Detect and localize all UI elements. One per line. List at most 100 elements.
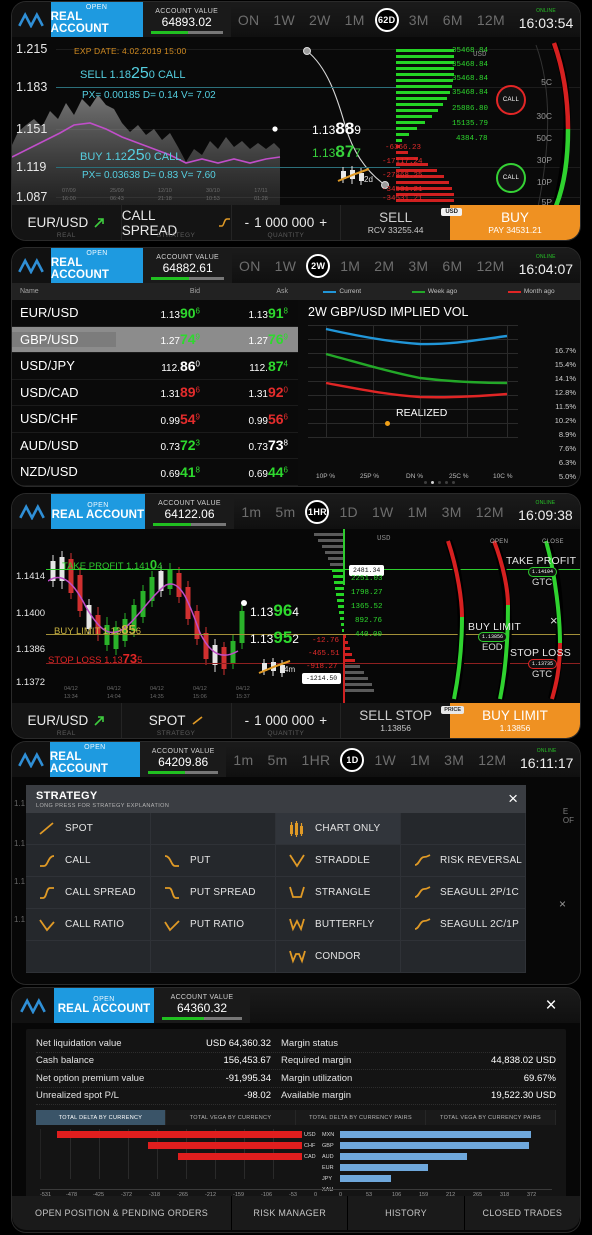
timeframe3-1w[interactable]: 1W [365,504,401,520]
timeframe3-1m[interactable]: 1m [234,504,268,520]
strategy-item-put-spread[interactable]: PUT SPREAD [151,877,276,909]
timeframe4-1m[interactable]: 1m [226,752,260,768]
sell-call-dial-button[interactable]: CALL [496,85,526,115]
timeframe-selected[interactable]: 62D [374,7,399,32]
timeframe-3m[interactable]: 3M [402,12,436,28]
timeframe4-1hr[interactable]: 1HR [295,752,338,768]
timeframe2-1w[interactable]: 1W [268,258,304,274]
timeframe2-6m[interactable]: 6M [435,258,469,274]
bid-price[interactable]: 0.69418 [116,464,210,480]
timeframe-12m[interactable]: 12M [470,12,512,28]
timeframe2-1m[interactable]: 1M [333,258,367,274]
bid-price[interactable]: 1.13906 [116,305,210,321]
table-row[interactable]: USD/JPY 112.860 112.874 [12,353,298,380]
tab-total-vega-currency[interactable]: TOTAL VEGA BY CURRENCY [166,1110,296,1125]
timeframe3-5m[interactable]: 5m [268,504,302,520]
close-icon[interactable]: × [508,790,518,807]
timeframe3-1mo[interactable]: 1M [401,504,435,520]
timeframe3-12m[interactable]: 12M [469,504,511,520]
timeframe3-selected[interactable]: 1HR [305,499,330,524]
timeframe4-selected[interactable]: 1D [340,747,365,772]
table-row[interactable]: USD/CAD 1.31896 1.31920 [12,380,298,406]
timeframe-selector[interactable]: ON 1W 2W 1M 62D 3M 6M 12M [231,2,512,37]
timeframe4-12m[interactable]: 12M [471,752,513,768]
instrument-selector[interactable]: EUR/USD REAL [12,205,122,240]
ask-price[interactable]: 0.69446 [210,464,298,480]
timeframe4-1w[interactable]: 1W [367,752,403,768]
strategy-selector[interactable]: CALL SPREAD STRATEGY [122,205,232,240]
quantity-minus-button[interactable]: - [245,215,250,230]
timeframe2-3m[interactable]: 3M [401,258,435,274]
strike-dial[interactable]: 5C 30C 50C 30P 10P 5P CALL CALL [496,41,578,205]
account-selector-2[interactable]: OPEN REAL ACCOUNT [50,248,144,283]
strategy-item-call-spread[interactable]: CALL SPREAD [26,877,151,909]
strategy-item-straddle[interactable]: STRADDLE [276,845,401,877]
buy-button[interactable]: BUY PAY 34531.21 [450,205,580,240]
timeframe-selector-4[interactable]: 1m 5m 1HR 1D 1W 1M 3M 12M [226,742,513,777]
table-row[interactable]: EUR/USD 1.13906 1.13918 [12,300,298,327]
strategy-item-condor[interactable]: CONDOR [276,941,401,973]
strategy-grid[interactable]: SPOT CHART ONLY CALL PUT STRADDLE RISK REVERS… [26,813,526,973]
instrument-selector-3[interactable]: EUR/USD REAL [12,703,122,738]
account-selector[interactable]: OPEN REAL ACCOUNT [50,2,143,37]
strategy-item-call[interactable]: CALL [26,845,151,877]
strategy-item-butterfly[interactable]: BUTTERFLY [276,909,401,941]
timeframe2-12m[interactable]: 12M [469,258,511,274]
timeframe-2w[interactable]: 2W [302,12,338,28]
quantity-plus-button-3[interactable]: + [319,713,327,728]
strategy-item-seagull-2p-1c[interactable]: SEAGULL 2P/1C [401,877,526,909]
bid-price[interactable]: 0.99549 [116,411,210,427]
buy-call-dial-button[interactable]: CALL [496,163,526,193]
timeframe-1m[interactable]: 1M [338,12,372,28]
quantity-value[interactable]: 1 000 000 [254,215,314,230]
bid-price[interactable]: 112.860 [116,358,210,374]
sell-stop-button[interactable]: SELL STOP 1.13856 PRICE [341,703,464,738]
quantity-value-3[interactable]: 1 000 000 [254,713,314,728]
timeframe4-1mo[interactable]: 1M [403,752,437,768]
timeframe-selector-3[interactable]: 1m 5m 1HR 1D 1W 1M 3M 12M [234,494,511,529]
bid-price[interactable]: 1.27749 [116,331,210,347]
candlestick-plot[interactable]: 1.1414 1.1400 1.1386 1.1372 TAKE PROFIT … [12,529,580,703]
bottom-tab-history[interactable]: HISTORY [348,1196,465,1230]
account-selector-4[interactable]: OPEN REAL ACCOUNT [49,742,140,777]
strategy-item-put[interactable]: PUT [151,845,276,877]
option-payoff-chart[interactable]: 1.215 1.183 1.151 1.119 1.087 EXP DATE: … [12,37,580,205]
strategy-item-call-ratio[interactable]: CALL RATIO [26,909,151,941]
bottom-tab-open-positions[interactable]: OPEN POSITION & PENDING ORDERS [12,1196,233,1230]
strategy-selector-3[interactable]: SPOT STRATEGY [122,703,232,738]
take-profit-price-chip[interactable]: 1.14104 [528,567,558,577]
timeframe2-2m[interactable]: 2M [367,258,401,274]
table-row[interactable]: AUD/USD 0.73723 0.73738 [12,433,298,459]
bottom-tab-bar[interactable]: OPEN POSITION & PENDING ORDERS RISK MANA… [12,1196,580,1230]
currency-chip[interactable]: USD [441,208,462,216]
timeframe-6m[interactable]: 6M [436,12,470,28]
strategy-item-spot[interactable]: SPOT [26,813,151,845]
tab-total-delta-currency[interactable]: TOTAL DELTA BY CURRENCY [36,1110,166,1125]
bid-price[interactable]: 1.31896 [116,384,210,400]
rates-table[interactable]: Name Bid Ask EUR/USD 1.13906 1.13918 GBP/US… [12,283,298,486]
strategy-item-strangle[interactable]: STRANGLE [276,877,401,909]
strategy-item-risk-reversal[interactable]: RISK REVERSAL [401,845,526,877]
obscured-close-icon[interactable]: × [559,897,566,911]
timeframe4-3m[interactable]: 3M [437,752,471,768]
tab-total-delta-pairs[interactable]: TOTAL DELTA BY CURRENCY PAIRS [296,1110,426,1125]
delta-vega-tabs[interactable]: TOTAL DELTA BY CURRENCY TOTAL VEGA BY CU… [36,1110,556,1125]
strategy-item-seagull-2c-1p[interactable]: SEAGULL 2C/1P [401,909,526,941]
stop-loss-price-chip[interactable]: 1.13735 [528,659,558,669]
bottom-tab-risk-manager[interactable]: RISK MANAGER [232,1196,349,1230]
table-row[interactable]: GBP/USD 1.27749 1.27769 [12,326,298,353]
buy-limit-button[interactable]: BUY LIMIT 1.13856 [450,703,580,738]
account-selector-5[interactable]: OPEN REAL ACCOUNT [54,988,154,1023]
close-order-icon[interactable]: × [550,613,558,628]
buy-limit-price-chip[interactable]: 1.13856 [478,632,508,642]
quantity-minus-button-3[interactable]: - [245,713,250,728]
bid-price[interactable]: 0.73723 [116,437,210,453]
page-dots[interactable] [298,481,580,484]
timeframe3-1d[interactable]: 1D [332,504,365,520]
timeframe-1w[interactable]: 1W [266,12,302,28]
tab-total-vega-pairs[interactable]: TOTAL VEGA BY CURRENCY PAIRS [426,1110,556,1125]
table-row[interactable]: USD/CHF 0.99549 0.99566 [12,406,298,433]
timeframe2-on[interactable]: ON [232,258,268,274]
quantity-plus-button[interactable]: + [319,215,327,230]
table-row[interactable]: NZD/USD 0.69418 0.69446 [12,459,298,486]
